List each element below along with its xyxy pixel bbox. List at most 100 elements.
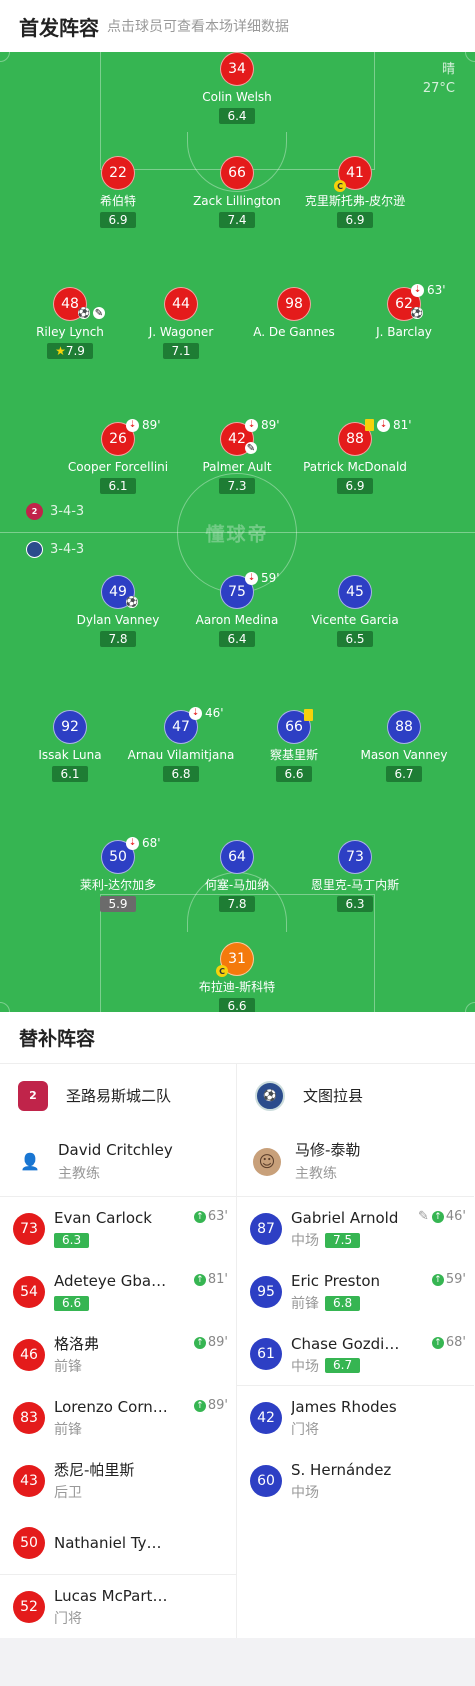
player-rating: 7.4 xyxy=(219,212,255,228)
sub-player-row[interactable]: 73 Evan Carlock 6.3 ↑ 63' xyxy=(0,1197,236,1260)
sub-player-row[interactable]: 54 Adeteye Gba… 6.6 ↑ 81' xyxy=(0,1260,236,1323)
sub-rating: 6.7 xyxy=(325,1358,361,1373)
sub-out-badge: ⇣ 81' xyxy=(365,418,412,432)
sub-player-row[interactable]: 87 Gabriel Arnold 中场 7.5 ✎ ↑ 46' xyxy=(237,1197,474,1260)
away-player[interactable]: 31 布拉迪-斯科特 6.6 xyxy=(167,942,307,1012)
home-player[interactable]: 62 J. Barclay xyxy=(334,287,474,340)
sub-out-time: 81' xyxy=(393,418,412,432)
coach-role: 主教练 xyxy=(58,1165,100,1182)
player-number: 92 xyxy=(53,710,87,744)
sub-number: 50 xyxy=(13,1527,45,1559)
assist-badge: ✎ xyxy=(245,442,257,454)
sub-player-row[interactable]: 60 S. Hernández 中场 xyxy=(237,1449,474,1512)
sub-name: Nathaniel Tyn… xyxy=(54,1534,169,1552)
captain-icon: C xyxy=(216,965,228,977)
sub-number: 95 xyxy=(250,1275,282,1308)
sub-in-time: ↑ 68' xyxy=(431,1335,466,1350)
sub-out-icon: ⇣ xyxy=(411,283,424,297)
sub-name: Adeteye Gba… xyxy=(54,1272,167,1290)
coach-placeholder-icon: 👤 xyxy=(20,1152,40,1171)
player-rating: 6.6 xyxy=(219,998,255,1012)
subs-section: 替补阵容 2 圣路易斯城二队 👤 David Critchley 主教练 73 … xyxy=(0,1012,475,1638)
sub-out-time: 89' xyxy=(142,418,161,432)
sub-name: 格洛弗 xyxy=(54,1335,100,1353)
sub-out-icon: ⇣ xyxy=(245,571,258,585)
sub-in-icon: ↑ xyxy=(193,1399,206,1412)
player-rating: 6.7 xyxy=(386,766,422,782)
sub-rating: 6.6 xyxy=(54,1295,90,1311)
sub-player-row[interactable]: 61 Chase Gozdi… 中场 6.7 ↑ 68' xyxy=(237,1323,474,1386)
player-name: J. Barclay xyxy=(376,325,432,339)
sub-player-row[interactable]: 95 Eric Preston 前锋 6.8 ↑ 59' xyxy=(237,1260,474,1323)
sub-out-time: 63' xyxy=(427,283,446,297)
player-rating: ★7.9 xyxy=(47,343,93,359)
player-name: Mason Vanney xyxy=(360,748,448,762)
home-player[interactable]: 88 Patrick McDonald 6.9 xyxy=(285,422,425,494)
player-number: 98 xyxy=(277,287,311,321)
sub-name: Chase Gozdi… xyxy=(291,1334,400,1353)
away-formation: 3-4-3 xyxy=(26,541,84,558)
subs-title: 替补阵容 xyxy=(0,1012,475,1064)
away-coach-row[interactable]: ☺ 马修-泰勒 主教练 xyxy=(237,1127,474,1197)
away-team-row[interactable]: ⚽ 文图拉县 xyxy=(237,1064,474,1127)
player-rating: 6.9 xyxy=(337,212,373,228)
sub-player-row[interactable]: 83 Lorenzo Corn… 前锋 ↑ 89' xyxy=(0,1386,236,1449)
lineup-hint: 点击球员可查看本场详细数据 xyxy=(107,19,289,35)
home-player[interactable]: 34 Colin Welsh 6.4 xyxy=(167,52,307,124)
away-team-name: 文图拉县 xyxy=(303,1087,364,1105)
sub-player-row[interactable]: 52 Lucas McPartlin 门将 xyxy=(0,1575,236,1638)
sub-in-time: ↑ 81' xyxy=(193,1272,228,1287)
sub-player-row[interactable]: 50 Nathaniel Tyn… xyxy=(0,1512,236,1575)
captain-icon: C xyxy=(334,180,346,192)
sub-number: 73 xyxy=(13,1212,45,1245)
yellow-card-badge xyxy=(304,709,316,721)
assist-icon: ✎ xyxy=(245,442,257,454)
player-name: 克里斯托弗-皮尔逊 xyxy=(304,194,406,208)
yellow-card-icon xyxy=(304,709,313,721)
player-rating: 6.9 xyxy=(337,478,373,494)
goal-badge: ⚽ ✎ xyxy=(78,307,105,319)
sub-out-badge: ⇣ 59' xyxy=(245,571,280,585)
sub-player-row[interactable]: 46 格洛弗 前锋 ↑ 89' xyxy=(0,1323,236,1386)
captain-badge: C xyxy=(216,965,228,977)
sub-out-time: 59' xyxy=(261,571,280,585)
player-name: Colin Welsh xyxy=(202,90,272,104)
sub-in-time: ↑ 89' xyxy=(193,1335,228,1350)
home-player[interactable]: 41 克里斯托弗-皮尔逊 6.9 xyxy=(285,156,425,228)
sub-in-icon: ↑ xyxy=(431,1336,444,1349)
sub-name: S. Hernández xyxy=(291,1461,392,1479)
sub-name: Eric Preston xyxy=(291,1272,381,1290)
sub-position: 前锋 xyxy=(54,1422,82,1438)
sub-out-icon: ⇣ xyxy=(245,418,258,432)
home-subs-column: 2 圣路易斯城二队 👤 David Critchley 主教练 73 Evan … xyxy=(0,1064,237,1638)
player-rating: 6.5 xyxy=(337,631,373,647)
home-coach-row[interactable]: 👤 David Critchley 主教练 xyxy=(0,1127,236,1197)
player-rating: 6.4 xyxy=(219,108,255,124)
sub-position: 门将 xyxy=(54,1611,82,1627)
sub-number: 42 xyxy=(250,1401,282,1434)
coach-name: 马修-泰勒 xyxy=(295,1140,361,1159)
sub-name: Gabriel Arnold xyxy=(291,1209,399,1227)
player-name: 恩里克-马丁内斯 xyxy=(310,878,400,892)
player-rating: 6.9 xyxy=(100,212,136,228)
home-team-logo-icon: 2 xyxy=(18,1080,48,1111)
away-player[interactable]: 73 恩里克-马丁内斯 6.3 xyxy=(285,840,425,912)
sub-in-time: ↑ 63' xyxy=(193,1209,228,1224)
sub-name: Lorenzo Corn… xyxy=(54,1398,168,1416)
home-team-row[interactable]: 2 圣路易斯城二队 xyxy=(0,1064,236,1127)
away-player[interactable]: 45 Vicente Garcia 6.5 xyxy=(285,575,425,647)
sub-out-badge: ⇣ 89' xyxy=(245,418,280,432)
sub-number: 52 xyxy=(13,1590,45,1623)
sub-in-icon: ↑ xyxy=(193,1210,206,1223)
sub-position: 后卫 xyxy=(54,1485,82,1501)
player-rating: 6.4 xyxy=(219,631,255,647)
sub-player-row[interactable]: 43 悉尼-帕里斯 后卫 xyxy=(0,1449,236,1512)
sub-out-icon: ⇣ xyxy=(377,418,390,432)
sub-in-time: ✎ ↑ 46' xyxy=(418,1209,466,1224)
sub-rating: 6.3 xyxy=(54,1232,90,1248)
sub-in-time: ↑ 89' xyxy=(193,1398,228,1413)
away-player[interactable]: 88 Mason Vanney 6.7 xyxy=(334,710,474,782)
assist-icon: ✎ xyxy=(417,1209,429,1224)
sub-player-row[interactable]: 42 James Rhodes 门将 xyxy=(237,1386,474,1449)
pitch: 晴 27°C 懂球帝 2 3-4-3 3-4-3 34 Colin Welsh … xyxy=(0,52,475,1012)
